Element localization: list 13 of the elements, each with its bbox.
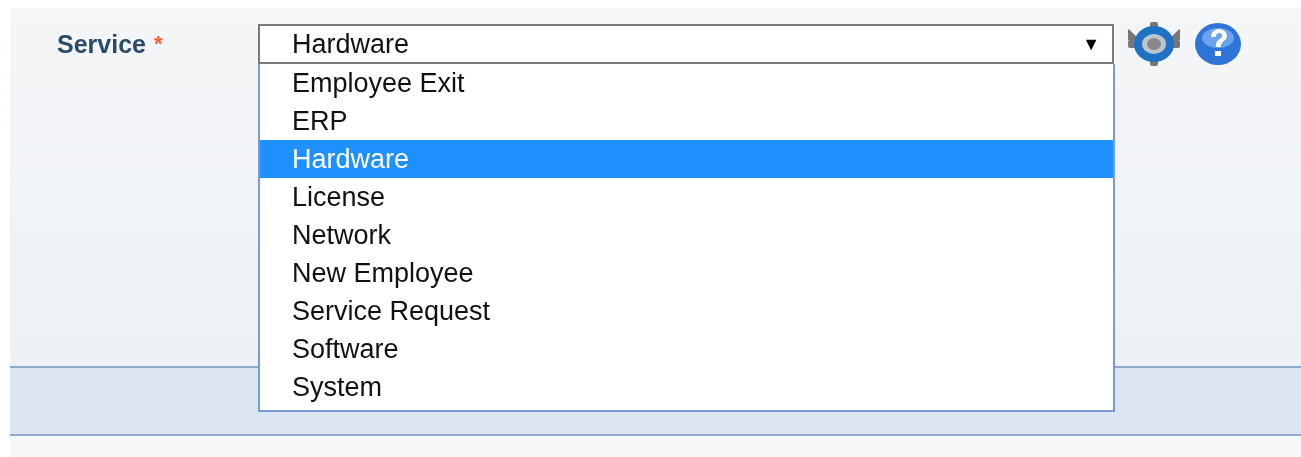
field-label: Service — [57, 29, 146, 59]
dropdown-option[interactable]: New Employee — [260, 254, 1113, 292]
dropdown-option[interactable]: Network — [260, 216, 1113, 254]
dropdown-option[interactable]: System — [260, 368, 1113, 406]
dropdown-option[interactable]: Employee Exit — [260, 64, 1113, 102]
required-mark: * — [153, 31, 163, 57]
dropdown-option[interactable]: Software — [260, 330, 1113, 368]
dropdown-option[interactable]: License — [260, 178, 1113, 216]
help-icon[interactable] — [1194, 22, 1242, 66]
service-select[interactable]: Hardware ▼ — [258, 24, 1114, 64]
settings-icon[interactable] — [1128, 22, 1180, 66]
dropdown-option[interactable]: Service Request — [260, 292, 1113, 330]
dropdown-option[interactable]: ERP — [260, 102, 1113, 140]
